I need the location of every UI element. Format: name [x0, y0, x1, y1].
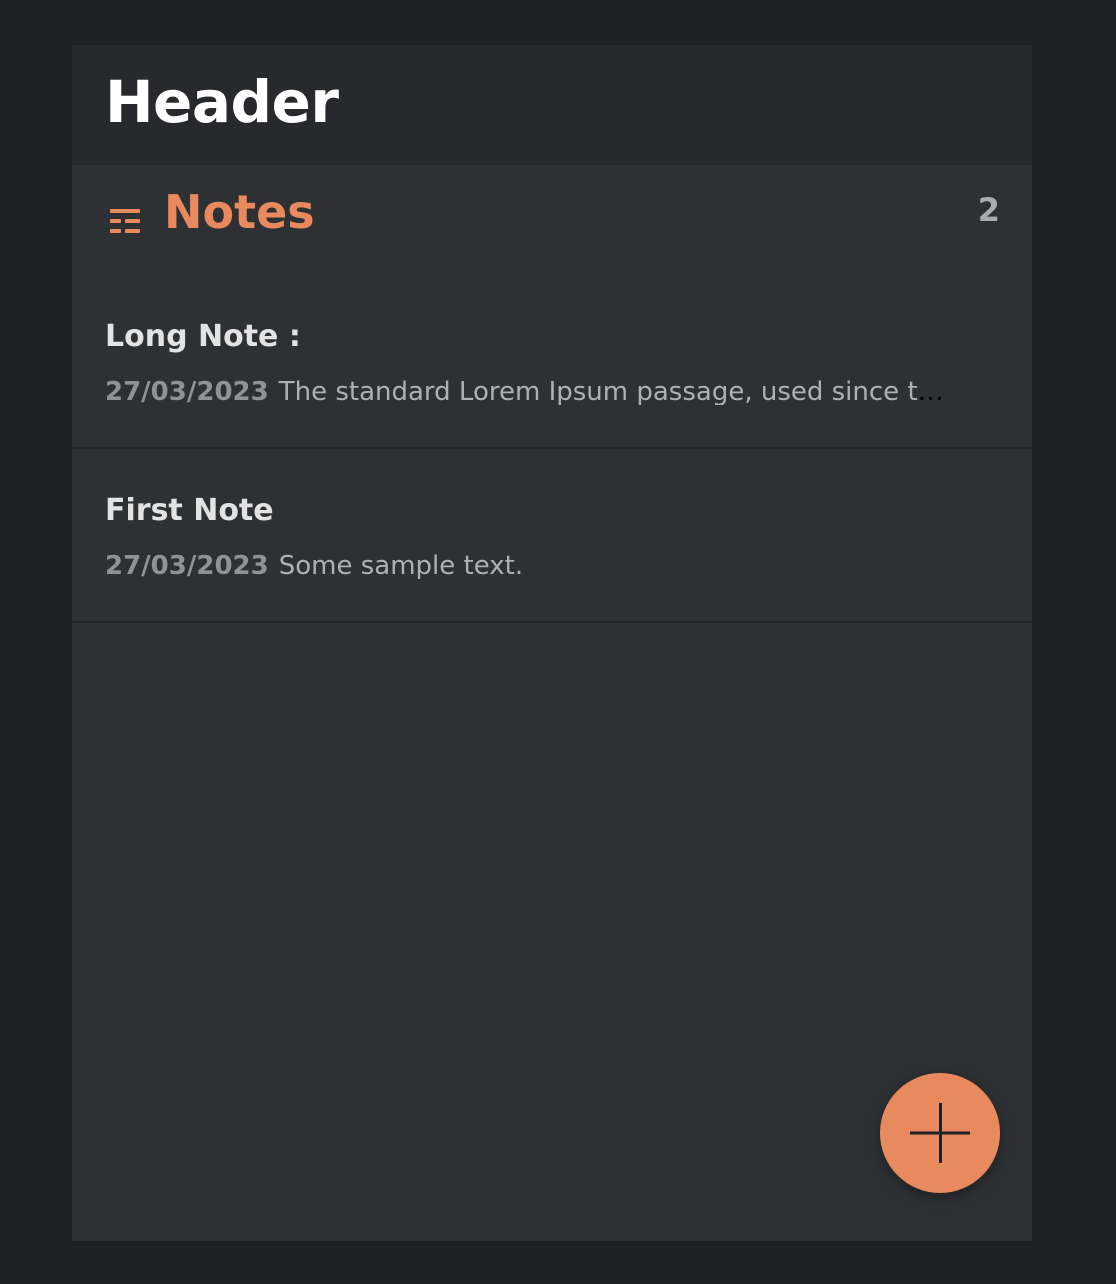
notes-count: 2	[977, 191, 1000, 229]
note-title: Long Note :	[105, 319, 301, 354]
note-item[interactable]: Long Note : 27/03/2023 The standard Lorem…	[72, 275, 1032, 449]
note-title: First Note	[105, 493, 274, 528]
plus-icon	[910, 1103, 970, 1163]
note-preview: Some sample text.	[278, 553, 524, 579]
note-meta: 27/03/2023 The standard Lorem Ipsum passa…	[105, 379, 955, 405]
notes-title: Notes	[164, 185, 315, 239]
note-date: 27/03/2023	[105, 379, 269, 405]
note-preview: The standard Lorem Ipsum passage, used s…	[278, 379, 955, 405]
notes-section-header: Notes 2	[72, 165, 1032, 275]
header-title: Header	[105, 68, 339, 136]
add-note-button[interactable]	[880, 1073, 1000, 1193]
note-meta: 27/03/2023 Some sample text.	[105, 553, 955, 579]
notes-app: Header Notes 2 Long Note : 27/03/2023 The…	[72, 45, 1032, 1241]
note-date: 27/03/2023	[105, 553, 269, 579]
list-icon	[110, 209, 140, 233]
app-header: Header	[72, 45, 1032, 165]
note-item[interactable]: First Note 27/03/2023 Some sample text.	[72, 449, 1032, 623]
